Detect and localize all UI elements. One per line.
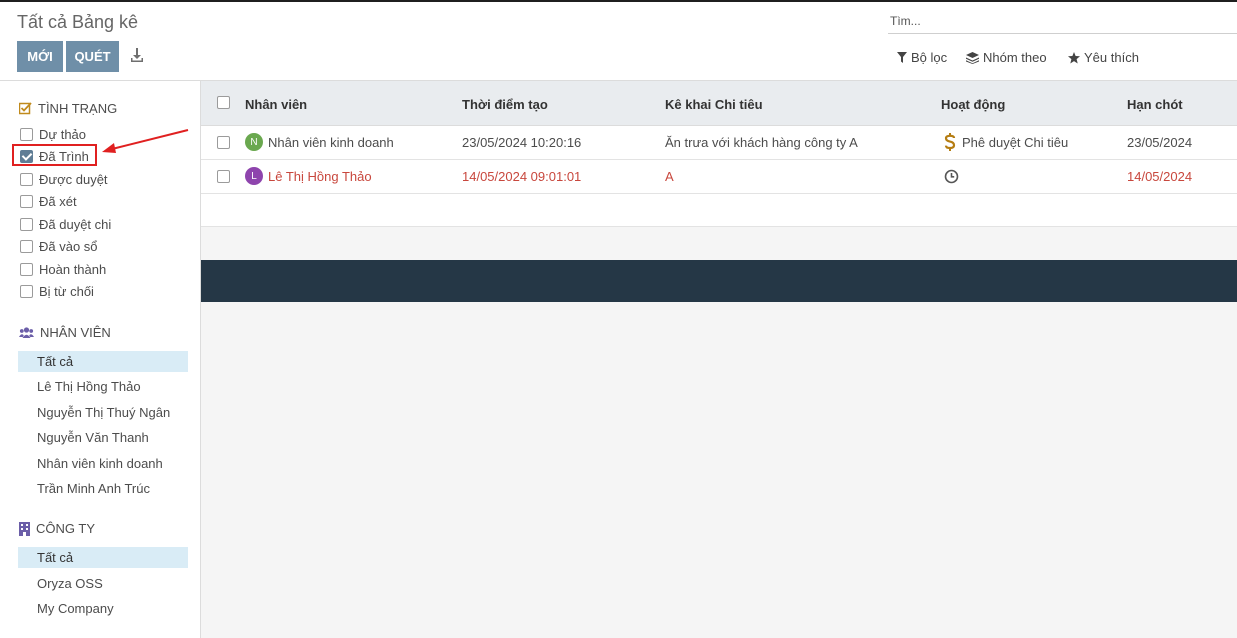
checkbox[interactable] bbox=[20, 127, 33, 141]
employee-filter-item[interactable]: Nhân viên kinh doanh bbox=[18, 453, 188, 474]
company-filter-all[interactable]: Tất cả bbox=[18, 547, 188, 568]
status-filter-payment-approved[interactable]: Đã duyệt chi bbox=[20, 215, 111, 233]
cell-deadline: 14/05/2024 bbox=[1127, 169, 1193, 184]
cell-employee: Lê Thị Hồng Thảo bbox=[268, 169, 372, 184]
employee-filter-item[interactable]: Trần Minh Anh Trúc bbox=[18, 478, 188, 499]
company-filter-item[interactable]: My Company bbox=[18, 598, 188, 619]
employee-filter-item[interactable]: Nguyễn Thị Thuý Ngân bbox=[18, 402, 188, 423]
checkbox[interactable] bbox=[20, 239, 33, 253]
cell-created: 14/05/2024 09:01:01 bbox=[462, 169, 582, 184]
employee-filter-all[interactable]: Tất cả bbox=[18, 351, 188, 372]
page-title: Tất cả Bảng kê bbox=[17, 12, 139, 32]
column-header-deadline[interactable]: Hạn chót bbox=[1127, 97, 1183, 112]
cell-activity: Phê duyệt Chi tiêu bbox=[962, 135, 1069, 150]
group-by-dropdown[interactable]: Nhóm theo bbox=[966, 50, 1047, 65]
column-header-activity[interactable]: Hoạt động bbox=[941, 97, 1005, 112]
favorites-label: Yêu thích bbox=[1084, 50, 1139, 65]
search-input[interactable] bbox=[888, 8, 1237, 33]
status-filter-done[interactable]: Hoàn thành bbox=[20, 260, 106, 278]
table-row[interactable]: L Lê Thị Hồng Thảo 14/05/2024 09:01:01 A… bbox=[201, 160, 1237, 194]
company-filter-item[interactable]: Oryza OSS bbox=[18, 573, 188, 594]
column-header-employee[interactable]: Nhân viên bbox=[245, 97, 307, 112]
row-checkbox[interactable] bbox=[217, 170, 230, 183]
status-filter-reviewed[interactable]: Đã xét bbox=[20, 192, 77, 210]
status-filter-posted[interactable]: Đã vào sổ bbox=[20, 237, 98, 255]
cell-expense: Ăn trưa với khách hàng công ty A bbox=[665, 135, 858, 150]
scan-button[interactable]: QUÉT bbox=[66, 41, 119, 72]
new-button[interactable]: MỚI bbox=[17, 41, 63, 72]
cell-expense: A bbox=[665, 169, 674, 184]
star-icon bbox=[1068, 51, 1080, 63]
checkbox[interactable] bbox=[20, 172, 33, 186]
table-footer-bar bbox=[201, 260, 1237, 302]
employee-filter-item[interactable]: Lê Thị Hồng Thảo bbox=[18, 376, 188, 397]
employee-filter-item[interactable]: Nguyễn Văn Thanh bbox=[18, 427, 188, 448]
layers-icon bbox=[966, 51, 979, 64]
company-section-title: CÔNG TY bbox=[19, 521, 95, 536]
highlight-box bbox=[12, 144, 97, 166]
select-all-checkbox[interactable] bbox=[217, 96, 230, 109]
filters-dropdown[interactable]: Bộ lọc bbox=[897, 50, 947, 65]
employee-section-title: NHÂN VIÊN bbox=[19, 325, 111, 340]
checkbox[interactable] bbox=[20, 217, 33, 231]
avatar: N bbox=[245, 133, 263, 151]
checkbox[interactable] bbox=[20, 284, 33, 298]
column-header-expense[interactable]: Kê khai Chi tiêu bbox=[665, 97, 763, 112]
cell-deadline: 23/05/2024 bbox=[1127, 135, 1193, 150]
list-view: Nhân viên Thời điểm tạo Kê khai Chi tiêu… bbox=[201, 81, 1237, 638]
status-filter-approved[interactable]: Được duyệt bbox=[20, 170, 108, 188]
avatar: L bbox=[245, 167, 263, 185]
cell-created: 23/05/2024 10:20:16 bbox=[462, 135, 582, 150]
dollar-icon[interactable] bbox=[944, 133, 956, 154]
table-row[interactable]: N Nhân viên kinh doanh 23/05/2024 10:20:… bbox=[201, 126, 1237, 160]
filter-icon bbox=[897, 52, 907, 63]
expense-sheet-table: Nhân viên Thời điểm tạo Kê khai Chi tiêu… bbox=[201, 81, 1237, 227]
download-icon[interactable] bbox=[130, 47, 146, 65]
building-icon bbox=[19, 521, 30, 536]
status-section-title: TÌNH TRẠNG bbox=[19, 101, 117, 116]
table-row-empty bbox=[201, 194, 1237, 227]
check-square-icon bbox=[19, 102, 32, 115]
row-checkbox[interactable] bbox=[217, 136, 230, 149]
favorites-dropdown[interactable]: Yêu thích bbox=[1068, 50, 1139, 65]
checkbox[interactable] bbox=[20, 194, 33, 208]
window-top-border bbox=[0, 0, 1237, 2]
checkbox[interactable] bbox=[20, 262, 33, 276]
filters-label: Bộ lọc bbox=[911, 50, 948, 65]
cell-employee: Nhân viên kinh doanh bbox=[268, 135, 394, 150]
group-by-label: Nhóm theo bbox=[983, 50, 1047, 65]
status-filter-refused[interactable]: Bị từ chối bbox=[20, 282, 94, 300]
search-bar bbox=[888, 8, 1237, 34]
table-header: Nhân viên Thời điểm tạo Kê khai Chi tiêu… bbox=[201, 81, 1237, 126]
column-header-created[interactable]: Thời điểm tạo bbox=[462, 97, 548, 112]
annotation-arrow-icon bbox=[102, 129, 189, 153]
clock-icon[interactable] bbox=[944, 169, 959, 187]
search-panel: TÌNH TRẠNG Dự thảo Đã Trình Được duyệt Đ… bbox=[0, 81, 201, 638]
users-icon bbox=[19, 326, 34, 338]
status-filter-draft[interactable]: Dự thảo bbox=[20, 125, 86, 143]
